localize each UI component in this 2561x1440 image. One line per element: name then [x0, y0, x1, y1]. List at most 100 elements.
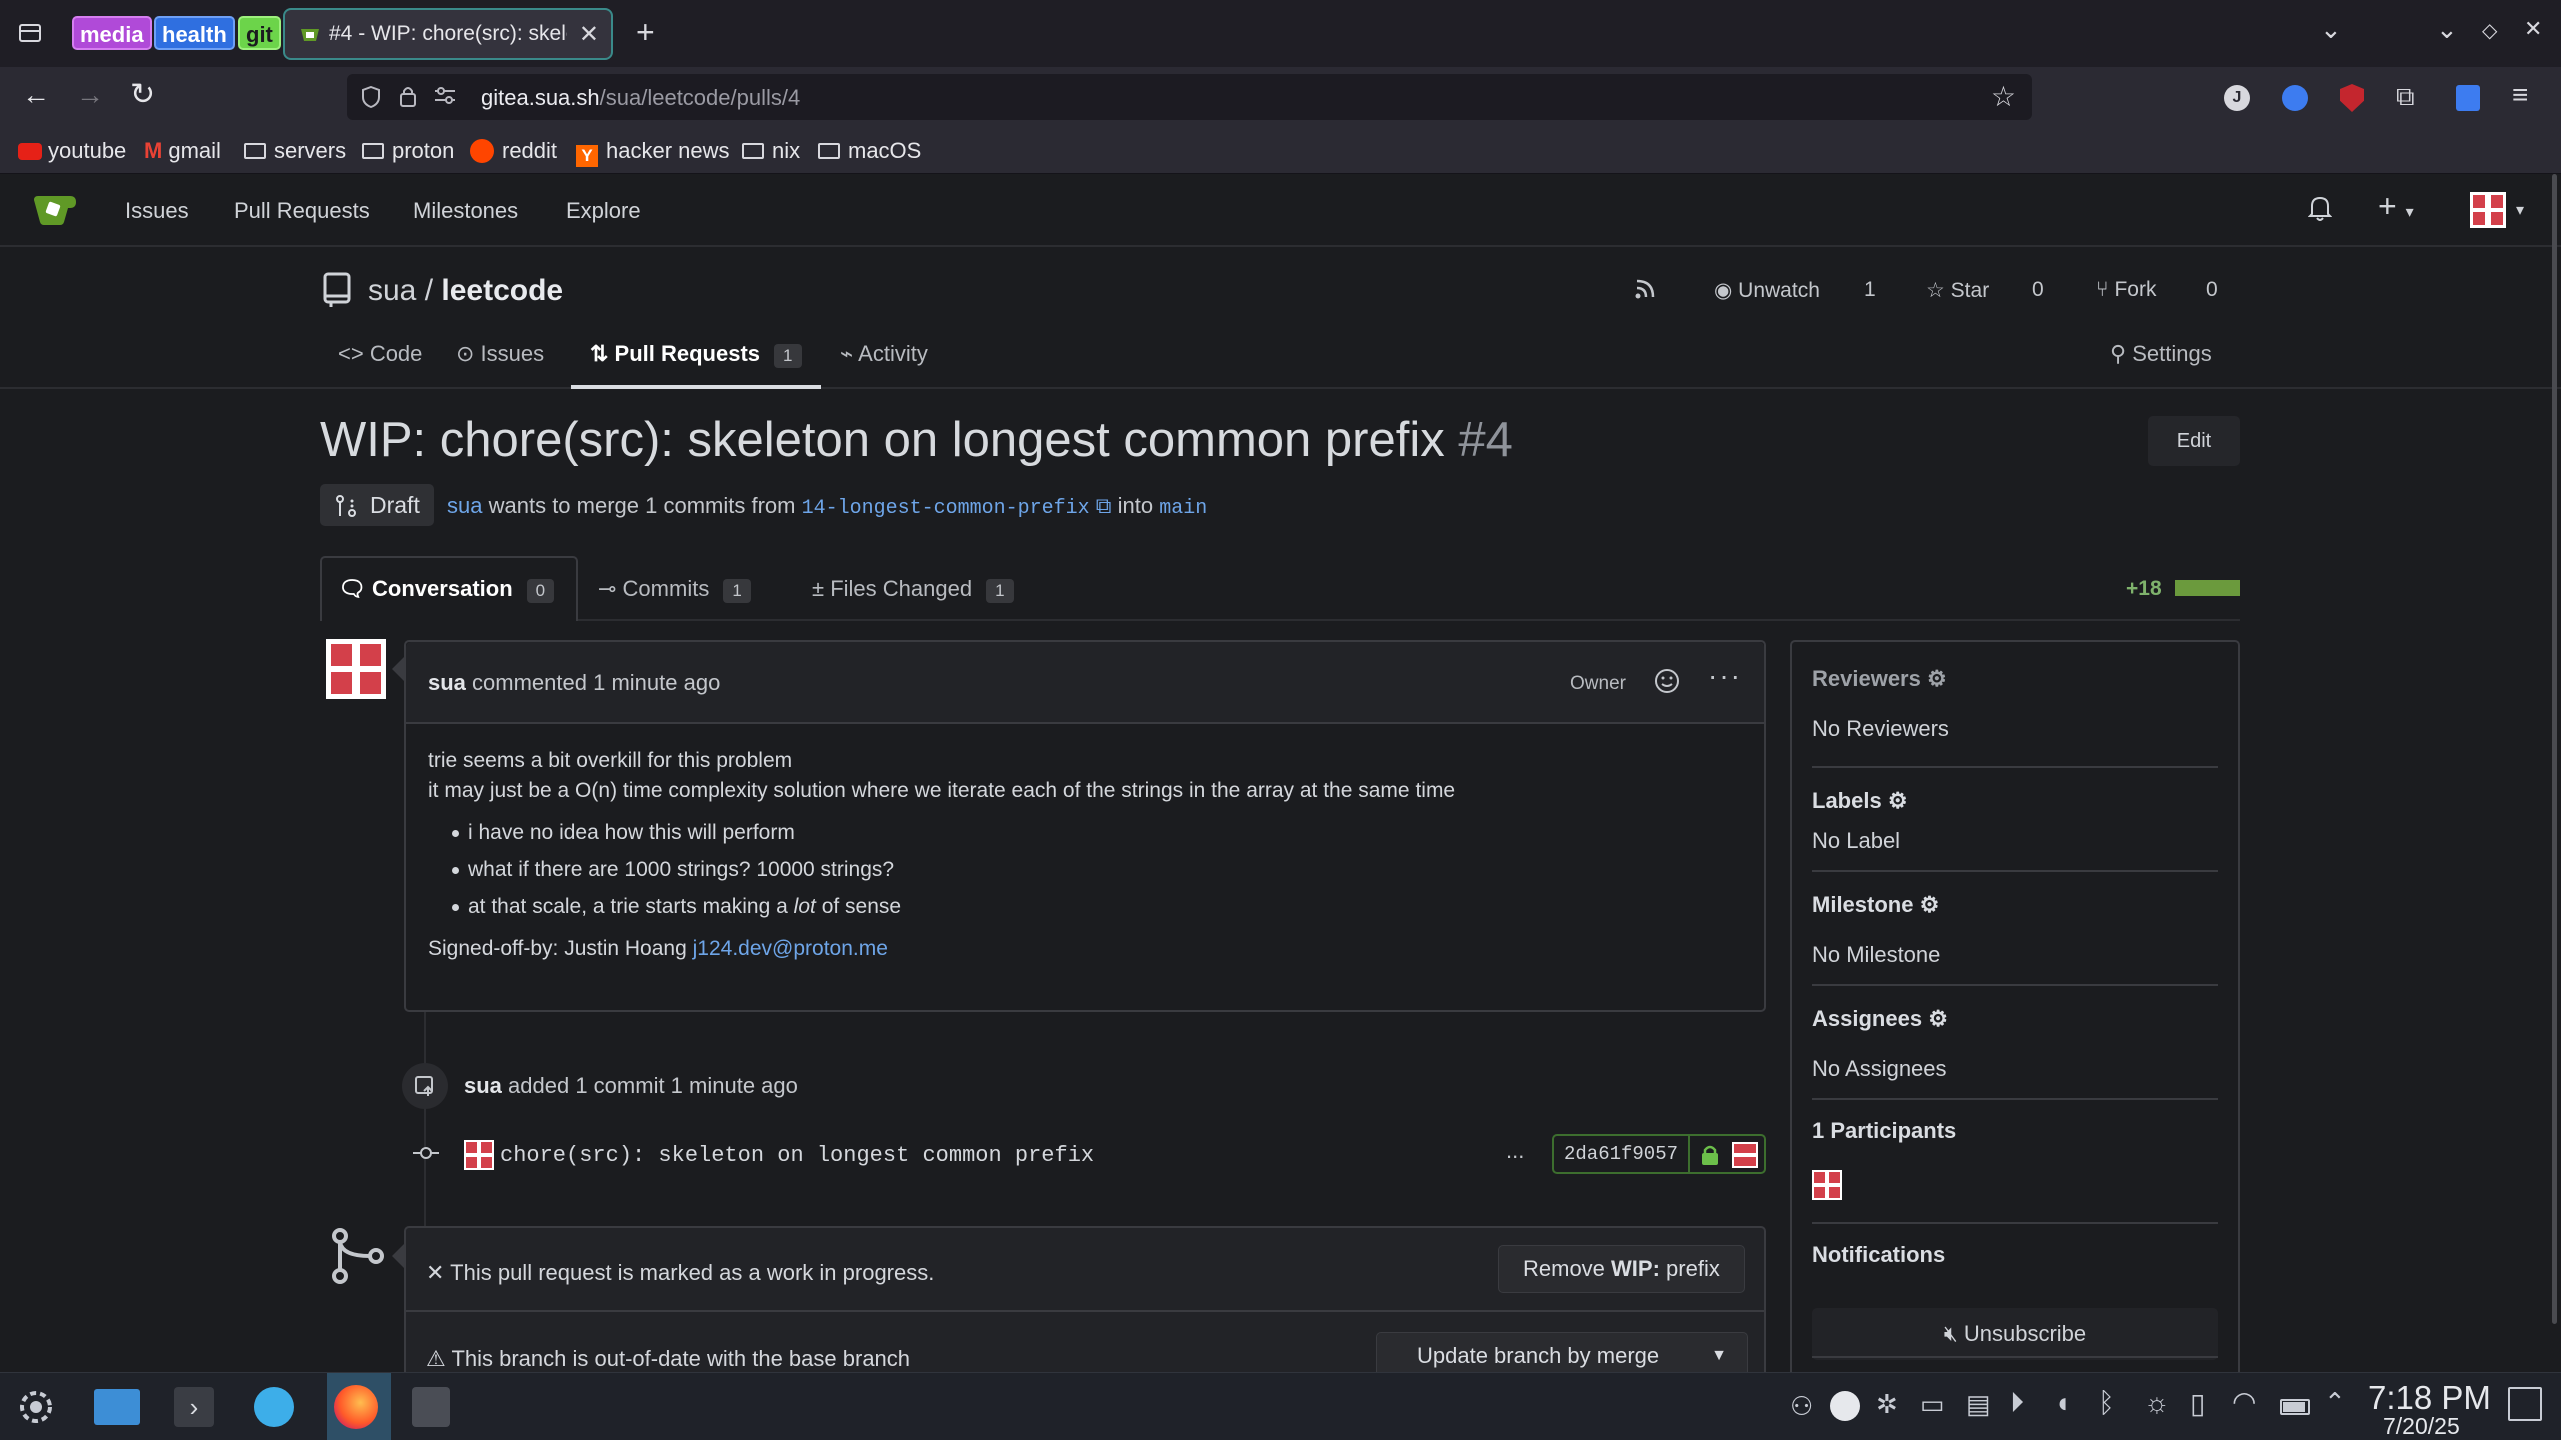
active-tab[interactable]: #4 - WIP: chore(src): skeleton on longes…: [283, 8, 613, 60]
back-icon[interactable]: ←: [22, 79, 50, 111]
rss-icon[interactable]: [1634, 278, 1656, 300]
gear-icon[interactable]: ⚙: [1888, 788, 1908, 813]
maximize-icon[interactable]: ◇: [2482, 18, 2497, 43]
user-tray-icon[interactable]: ⚇: [1790, 1391, 1813, 1422]
bookmark-star-icon[interactable]: ☆: [1991, 80, 2016, 113]
file-manager-icon[interactable]: [94, 1389, 140, 1425]
tab-settings[interactable]: ⚲ Settings: [2110, 341, 2212, 367]
clipboard-icon[interactable]: ▤: [1966, 1389, 1991, 1420]
comment-author[interactable]: sua: [428, 670, 466, 695]
labels-heading[interactable]: Labels ⚙: [1812, 788, 1908, 814]
page-scrollbar[interactable]: [2552, 174, 2557, 1324]
tab-list-icon[interactable]: [18, 22, 42, 44]
battery-icon[interactable]: [2280, 1399, 2310, 1415]
participant-avatar[interactable]: [1812, 1170, 1842, 1200]
create-new-icon[interactable]: + ▾: [2378, 188, 2414, 225]
url-text[interactable]: gitea.sua.sh/sua/leetcode/pulls/4: [481, 85, 800, 111]
extension-j-icon[interactable]: J: [2224, 85, 2250, 111]
tab-issues[interactable]: ⊙ Issues: [456, 341, 544, 367]
tab-pull-requests[interactable]: ⇅ Pull Requests 1: [590, 341, 802, 368]
watch-count[interactable]: 1: [1864, 278, 1876, 302]
bookmark-hacker-news[interactable]: Yhacker news: [576, 137, 730, 167]
bookmark-youtube[interactable]: youtube: [18, 137, 126, 165]
show-desktop-button[interactable]: [2508, 1387, 2542, 1421]
nav-explore[interactable]: Explore: [566, 198, 641, 224]
clock-time[interactable]: 7:18 PM: [2368, 1379, 2491, 1417]
commit-sha[interactable]: 2da61f9057: [1554, 1136, 1690, 1172]
bookmark-gmail[interactable]: Mgmail: [144, 137, 221, 165]
reload-icon[interactable]: ↻: [130, 77, 155, 112]
tab-group-health[interactable]: health: [154, 16, 235, 50]
wifi-icon[interactable]: ◠: [2232, 1385, 2256, 1418]
unwatch-button[interactable]: ◉ Unwatch: [1714, 278, 1820, 303]
pr-author-link[interactable]: sua: [447, 493, 482, 518]
bitwarden-icon[interactable]: [2456, 85, 2480, 111]
reaction-smiley-icon[interactable]: [1654, 668, 1680, 694]
tab-activity[interactable]: ⌁ Activity: [840, 341, 928, 367]
device-icon[interactable]: ▯: [2190, 1387, 2205, 1420]
tray-console-icon[interactable]: ▭: [1920, 1389, 1945, 1420]
discover-icon[interactable]: [254, 1387, 294, 1427]
firefox-icon[interactable]: [334, 1385, 378, 1429]
base-branch-link[interactable]: main: [1159, 497, 1207, 520]
comment-avatar[interactable]: [326, 639, 386, 699]
comment-options-icon[interactable]: ···: [1708, 660, 1742, 692]
nav-issues[interactable]: Issues: [125, 198, 189, 224]
permissions-icon[interactable]: [435, 87, 455, 105]
head-branch-link[interactable]: 14-longest-common-prefix: [802, 497, 1090, 520]
remove-wip-prefix-button[interactable]: Remove WIP: prefix: [1498, 1245, 1745, 1293]
commit-expand-button[interactable]: ...: [1506, 1138, 1524, 1164]
volume-icon[interactable]: ◖: [2054, 1387, 2071, 1419]
close-window-icon[interactable]: ✕: [2524, 16, 2542, 42]
fork-button[interactable]: ⑂ Fork: [2096, 278, 2156, 302]
keepass-icon[interactable]: [412, 1387, 450, 1427]
gear-icon[interactable]: ⚙: [1927, 666, 1947, 691]
repo-owner[interactable]: sua: [368, 274, 416, 307]
bluetooth-icon[interactable]: ᛒ: [2098, 1387, 2115, 1419]
minimize-icon[interactable]: ⌄: [2436, 14, 2458, 45]
event-author[interactable]: sua: [464, 1073, 502, 1098]
unsubscribe-button[interactable]: 🔇︎ Unsubscribe: [1812, 1308, 2218, 1360]
brightness-icon[interactable]: ☼: [2144, 1387, 2170, 1419]
close-tab-icon[interactable]: ✕: [579, 20, 599, 49]
bookmark-macos[interactable]: macOS: [818, 137, 921, 165]
tab-overflow-icon[interactable]: ⌄: [2320, 14, 2342, 45]
bookmark-servers[interactable]: servers: [244, 137, 346, 165]
extension-blue-icon[interactable]: [2282, 85, 2308, 111]
tab-commits[interactable]: ⊸ Commits 1: [598, 576, 751, 603]
arch-tray-icon[interactable]: [1830, 1391, 1860, 1421]
tab-code[interactable]: <> Code: [338, 341, 422, 367]
user-menu-chevron-icon[interactable]: ▾: [2516, 200, 2524, 220]
tab-group-media[interactable]: media: [72, 16, 152, 50]
nav-pull-requests[interactable]: Pull Requests: [234, 198, 370, 224]
lock-icon[interactable]: [399, 85, 417, 107]
app-launcher-icon[interactable]: [12, 1383, 60, 1431]
tab-group-git[interactable]: git: [238, 16, 281, 50]
star-count[interactable]: 0: [2032, 278, 2044, 302]
url-bar[interactable]: gitea.sua.sh/sua/leetcode/pulls/4 ☆: [347, 74, 2032, 120]
reviewers-heading[interactable]: Reviewers ⚙: [1812, 666, 1947, 692]
repo-name[interactable]: leetcode: [441, 274, 563, 307]
tab-files-changed[interactable]: ± Files Changed 1: [812, 576, 1014, 603]
bookmark-nix[interactable]: nix: [742, 137, 800, 165]
gear-icon[interactable]: ⚙: [1920, 892, 1940, 917]
signoff-email-link[interactable]: j124.dev@proton.me: [693, 937, 888, 960]
ublock-icon[interactable]: [2340, 84, 2364, 112]
shield-icon[interactable]: [361, 86, 381, 108]
gitea-logo-icon[interactable]: [32, 192, 78, 228]
commit-message-link[interactable]: chore(src): skeleton on longest common p…: [500, 1143, 1094, 1168]
new-tab-icon[interactable]: +: [636, 14, 655, 51]
extensions-puzzle-icon[interactable]: ⧉: [2396, 81, 2415, 113]
nav-milestones[interactable]: Milestones: [413, 198, 518, 224]
tray-expand-icon[interactable]: ⌃: [2324, 1387, 2346, 1418]
tab-conversation[interactable]: 🗨 Conversation 0: [338, 576, 555, 603]
milestone-heading[interactable]: Milestone ⚙: [1812, 892, 1939, 918]
repo-title[interactable]: sua / leetcode: [368, 274, 563, 308]
star-button[interactable]: ☆ Star: [1926, 278, 1989, 303]
bookmark-proton[interactable]: proton: [362, 137, 454, 165]
edit-title-button[interactable]: Edit: [2148, 416, 2240, 466]
gear-icon[interactable]: ⚙: [1928, 1006, 1948, 1031]
assignees-heading[interactable]: Assignees ⚙: [1812, 1006, 1948, 1032]
fork-count[interactable]: 0: [2206, 278, 2218, 302]
terminal-icon[interactable]: ›: [174, 1387, 214, 1427]
